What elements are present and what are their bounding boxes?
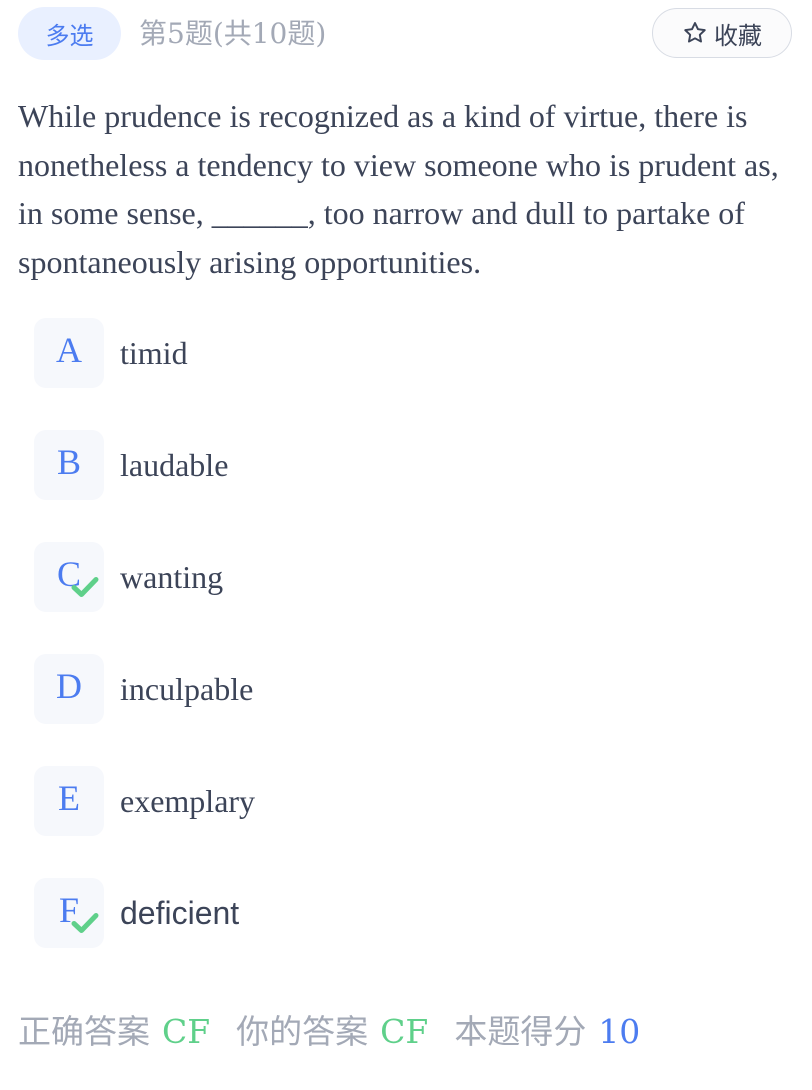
option-text: timid <box>120 334 188 371</box>
option-b[interactable]: B laudable <box>34 430 228 500</box>
checkmark-icon <box>71 577 99 597</box>
your-answer-label: 你的答案 <box>236 1012 369 1051</box>
score-value: 10 <box>598 1012 641 1051</box>
option-letter: A <box>56 330 82 370</box>
option-letter-box: D <box>34 654 104 724</box>
star-outline-icon <box>684 22 706 43</box>
question-type-badge: 多选 <box>18 7 121 60</box>
favorite-button[interactable]: 收藏 <box>652 8 792 58</box>
correct-answer-label: 正确答案 <box>18 1012 150 1051</box>
option-letter-box: E <box>34 766 104 836</box>
option-letter-box: F <box>34 878 104 948</box>
result-summary: 正确答案 CF 你的答案 CF 本题得分 10 <box>18 1010 640 1055</box>
option-text: inculpable <box>120 670 254 707</box>
option-text: laudable <box>120 446 229 483</box>
question-header: 多选 第5题(共10题) 收藏 <box>0 0 812 72</box>
option-letter: D <box>56 666 82 706</box>
option-text: wanting <box>120 558 224 595</box>
favorite-label: 收藏 <box>714 21 762 50</box>
correct-answer-value: CF <box>162 1012 211 1051</box>
option-text: deficient <box>120 894 240 931</box>
checkmark-icon <box>71 913 99 933</box>
question-text: While prudence is recognized as a kind o… <box>18 98 779 280</box>
option-letter: E <box>58 778 80 818</box>
score-label: 本题得分 <box>454 1012 587 1051</box>
option-f[interactable]: F deficient <box>34 878 239 948</box>
option-c[interactable]: C wanting <box>34 542 223 612</box>
option-letter-box: B <box>34 430 104 500</box>
option-a[interactable]: A timid <box>34 318 188 388</box>
option-d[interactable]: D inculpable <box>34 654 253 724</box>
option-letter: B <box>56 442 81 482</box>
question-progress: 第5题(共10题) <box>139 17 327 50</box>
option-e[interactable]: E exemplary <box>34 766 255 836</box>
your-answer-value: CF <box>380 1012 429 1051</box>
option-letter-box: C <box>34 542 104 612</box>
option-text: exemplary <box>120 782 256 819</box>
option-letter-box: A <box>34 318 104 388</box>
